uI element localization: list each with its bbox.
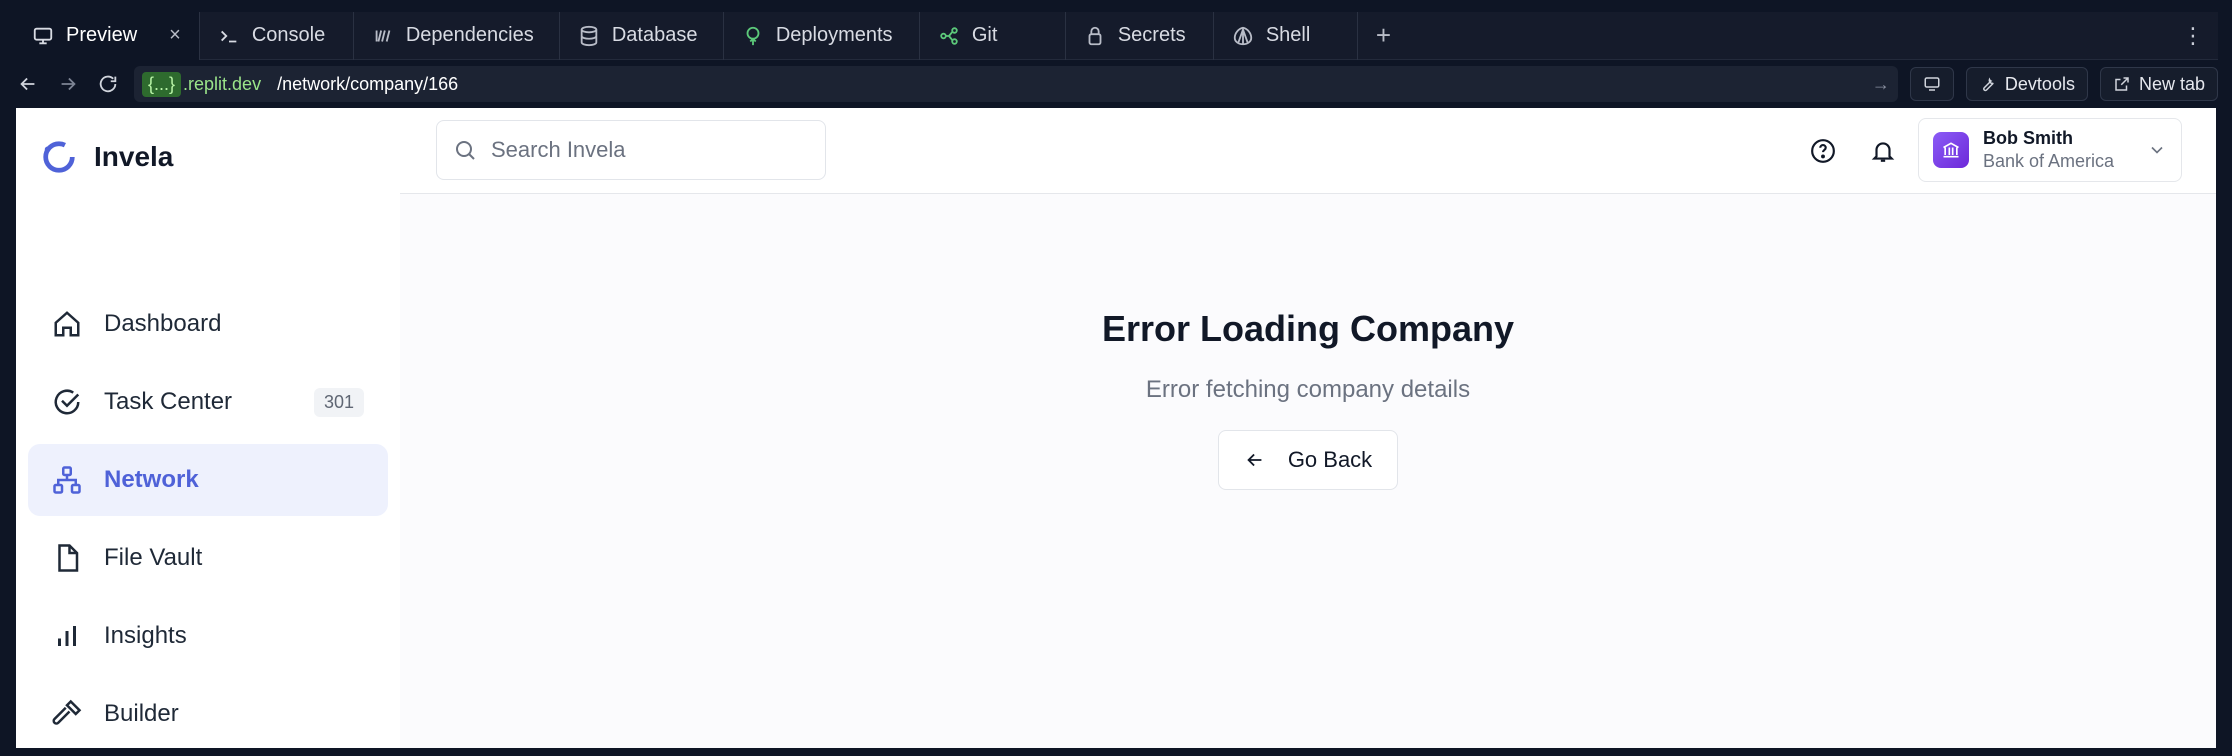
search-icon [456, 141, 475, 160]
sidebar-item-label: Dashboard [104, 310, 222, 337]
help-icon[interactable] [1808, 136, 1838, 166]
tab-preview[interactable]: Preview × [14, 11, 200, 60]
check-circle-icon [54, 389, 80, 415]
user-menu[interactable]: Bob Smith Bank of America [1918, 118, 2182, 182]
tab-bar: Preview × Console Dependencies Database … [14, 11, 2218, 60]
screen-size-button[interactable] [1909, 67, 1954, 101]
new-tab-button[interactable]: New tab [2099, 67, 2218, 101]
sidebar-item-dashboard[interactable]: Dashboard [28, 288, 388, 360]
shell-icon [1233, 26, 1252, 45]
dependencies-icon [375, 29, 391, 42]
home-icon [54, 311, 80, 337]
brand-name: Invela [94, 141, 174, 172]
tab-label: Dependencies [405, 24, 534, 46]
new-tab-label: New tab [2138, 73, 2205, 94]
main-content: Bob Smith Bank of America Error Loading … [400, 108, 2216, 748]
tab-secrets[interactable]: Secrets [1066, 11, 1214, 60]
tab-label: Shell [1265, 24, 1311, 46]
user-name: Bob Smith [1983, 128, 2073, 148]
tab-deployments[interactable]: Deployments [724, 11, 920, 60]
monitor-icon [33, 27, 53, 44]
terminal-icon [220, 30, 237, 42]
tab-label: Deployments [775, 24, 893, 46]
tab-label: Preview [66, 24, 138, 46]
devtools-label: Devtools [2004, 73, 2075, 94]
add-tab-button[interactable]: + [1358, 12, 1409, 60]
tab-console[interactable]: Console [200, 11, 354, 60]
sidebar-item-task-center[interactable]: Task Center 301 [28, 366, 388, 438]
error-panel: Error Loading Company Error fetching com… [400, 308, 2216, 490]
sidebar-item-label: Task Center [104, 388, 233, 415]
sidebar-item-label: Builder [104, 700, 179, 727]
tab-label: Git [971, 24, 998, 46]
tab-dependencies[interactable]: Dependencies [354, 11, 560, 60]
network-icon [53, 466, 81, 494]
search-input[interactable] [491, 137, 791, 163]
domain-host: .replit.dev [183, 73, 262, 94]
close-tab-icon[interactable]: × [169, 24, 181, 47]
tab-database[interactable]: Database [560, 11, 724, 60]
wrench-icon [1982, 77, 1994, 92]
bank-icon [1943, 142, 1959, 158]
brand-logo[interactable]: Invela [40, 138, 173, 176]
domain-braces: {...} [142, 71, 182, 97]
go-back-button[interactable]: Go Back [1218, 430, 1398, 490]
database-icon [580, 25, 598, 46]
sidebar-item-label: Insights [104, 622, 187, 649]
git-icon [940, 26, 958, 45]
devtools-button[interactable]: Devtools [1965, 67, 2088, 101]
external-link-icon [2115, 77, 2129, 91]
lock-icon [1088, 26, 1102, 45]
go-arrow-icon[interactable]: → [1872, 74, 1890, 95]
sidebar-item-builder[interactable]: Builder [28, 678, 388, 750]
file-icon [58, 544, 79, 572]
search-box[interactable] [436, 120, 826, 180]
sidebar: Invela Dashboard Task Center 301 Network [16, 108, 400, 748]
notifications-bell-icon[interactable] [1868, 136, 1898, 166]
company-avatar [1933, 132, 1969, 168]
back-icon[interactable] [14, 70, 42, 98]
top-header: Bob Smith Bank of America [400, 108, 2216, 194]
domain-chip: {...} .replit.dev [142, 71, 262, 97]
more-options-icon[interactable]: ⋮ [2182, 23, 2204, 49]
tab-label: Database [611, 24, 698, 46]
error-title: Error Loading Company [1101, 308, 1515, 349]
user-info: Bob Smith Bank of America [1983, 128, 2114, 172]
sidebar-item-insights[interactable]: Insights [28, 600, 388, 672]
invela-logo-icon [43, 141, 75, 173]
monitor-icon [1924, 77, 1940, 91]
sidebar-item-network[interactable]: Network [28, 444, 388, 516]
user-organization: Bank of America [1983, 151, 2115, 171]
error-message: Error fetching company details [1145, 376, 1471, 403]
url-bar: {...} .replit.dev /network/company/166 →… [14, 62, 2218, 106]
sidebar-item-label: File Vault [104, 544, 203, 571]
chevron-down-icon [2151, 146, 2163, 154]
tab-label: Console [251, 24, 326, 46]
tab-shell[interactable]: Shell [1214, 11, 1358, 60]
sidebar-item-label: Network [104, 466, 199, 493]
browser-window: Preview × Console Dependencies Database … [0, 0, 2232, 748]
hammer-icon [52, 699, 82, 725]
url-path: /network/company/166 [277, 73, 459, 94]
task-count-badge: 301 [313, 387, 364, 417]
tab-git[interactable]: Git [920, 11, 1066, 60]
app-viewport: Invela Dashboard Task Center 301 Network [16, 108, 2216, 748]
deployments-icon [746, 26, 760, 45]
tab-label: Secrets [1117, 24, 1186, 46]
forward-icon[interactable] [54, 70, 82, 98]
reload-icon[interactable] [94, 70, 122, 98]
sidebar-nav: Dashboard Task Center 301 Network File V… [28, 288, 388, 756]
sidebar-item-file-vault[interactable]: File Vault [28, 522, 388, 594]
bar-chart-icon [58, 626, 76, 646]
arrow-left-icon [1247, 453, 1262, 467]
go-back-label: Go Back [1287, 447, 1373, 472]
address-field[interactable]: {...} .replit.dev /network/company/166 → [134, 66, 1898, 102]
